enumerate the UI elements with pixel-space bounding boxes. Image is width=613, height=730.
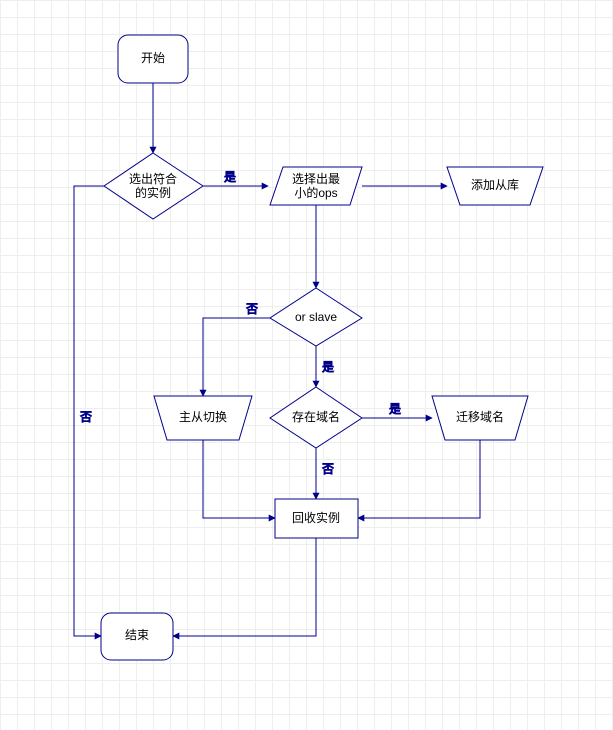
switch-label: 主从切换: [179, 410, 227, 424]
start-label: 开始: [141, 51, 165, 65]
edge-migrate-recycle: [358, 440, 480, 518]
edge-orslave-switch: [203, 318, 270, 396]
or-slave-label: or slave: [295, 310, 337, 324]
node-filter: 选出符合 的实例: [104, 153, 203, 219]
filter-label-1: 选出符合: [129, 171, 177, 186]
edge-switch-recycle: [203, 440, 275, 518]
label-domain-yes: 是: [389, 402, 401, 416]
edge-recycle-end: [173, 538, 316, 636]
filter-label-2: 的实例: [135, 185, 171, 200]
has-domain-label: 存在域名: [292, 409, 340, 424]
label-filter-no: 否: [80, 410, 92, 424]
node-has-domain: 存在域名: [270, 387, 362, 448]
label-domain-no: 否: [322, 462, 334, 476]
label-filter-yes: 是: [224, 170, 236, 184]
select-ops-label-1: 选择出最: [292, 172, 340, 186]
node-add-slave: 添加从库: [447, 167, 543, 205]
node-switch: 主从切换: [154, 396, 252, 440]
flowchart-canvas: 是 否 是 是 否 否 开始 选出符合 的实例: [0, 0, 613, 730]
label-orslave-no: 否: [246, 302, 258, 316]
select-ops-label-2: 小的ops: [294, 185, 337, 200]
node-start: 开始: [118, 35, 188, 83]
node-end: 结束: [101, 613, 173, 660]
migrate-label: 迁移域名: [456, 409, 504, 424]
add-slave-label: 添加从库: [471, 177, 519, 192]
label-orslave-yes: 是: [322, 360, 334, 374]
recycle-label: 回收实例: [292, 510, 340, 525]
node-select-ops: 选择出最 小的ops: [270, 167, 362, 205]
end-label: 结束: [125, 628, 149, 642]
node-or-slave: or slave: [270, 288, 362, 346]
node-migrate: 迁移域名: [432, 396, 528, 440]
node-recycle: 回收实例: [275, 499, 358, 538]
